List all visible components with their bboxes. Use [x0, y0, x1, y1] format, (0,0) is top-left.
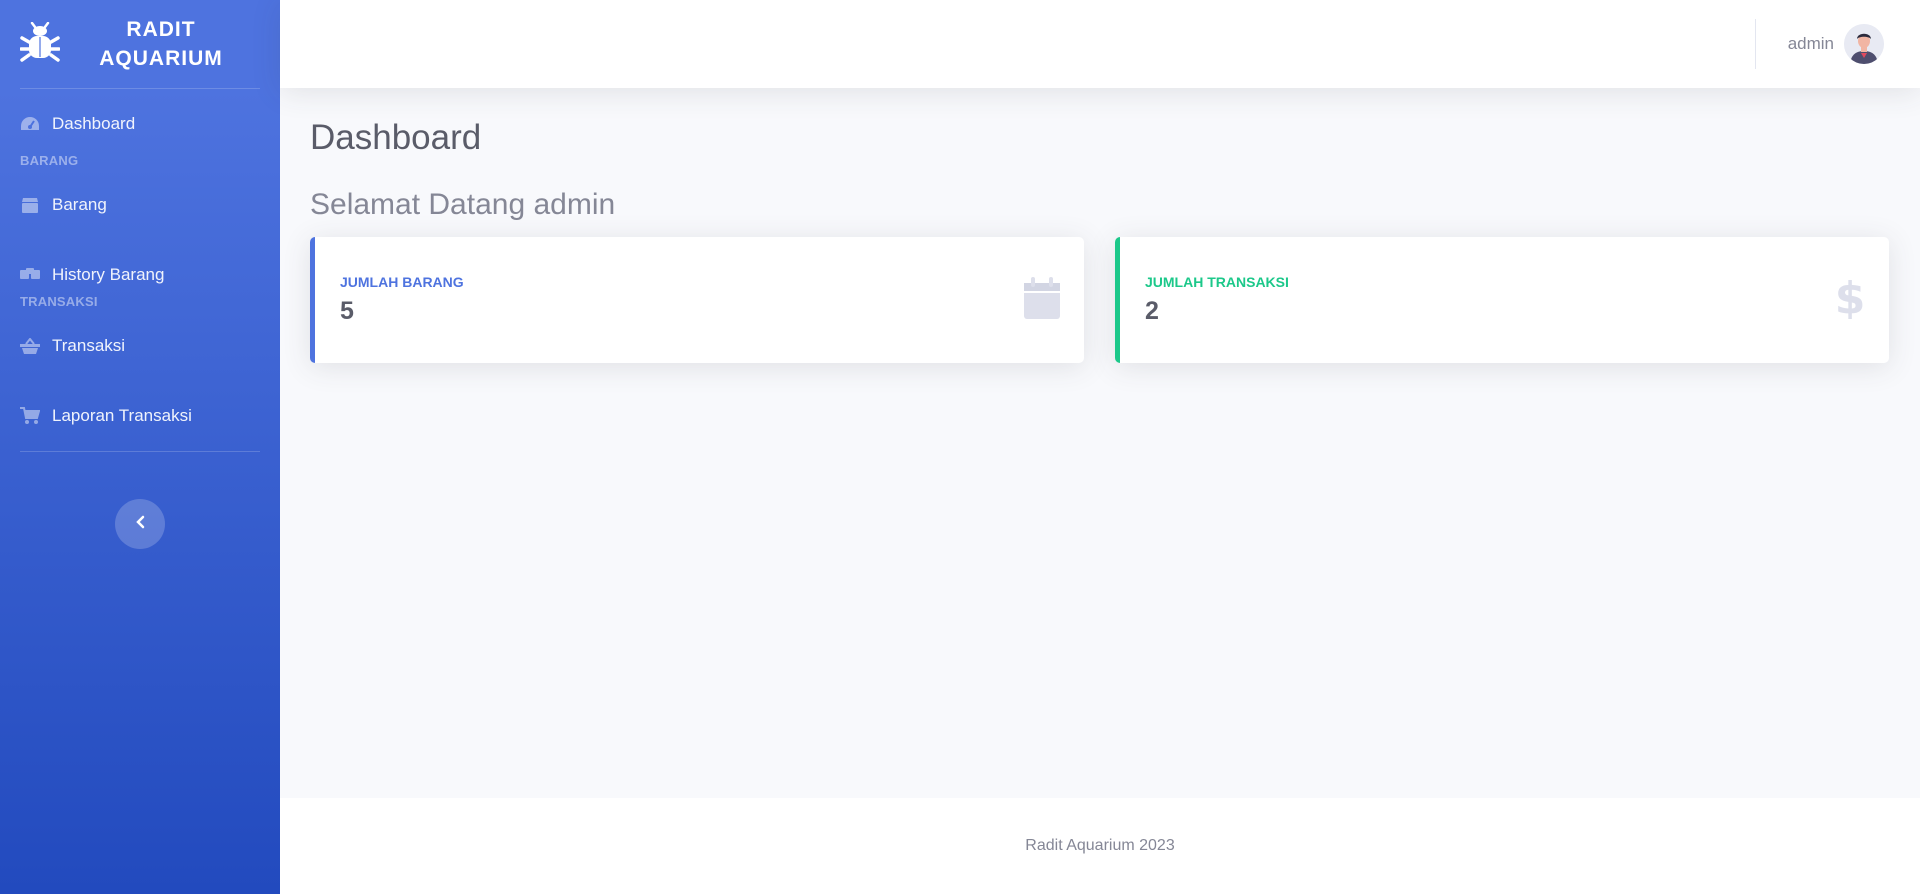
sidebar-item-laporan-transaksi[interactable]: Laporan Transaksi	[0, 381, 280, 451]
user-dropdown[interactable]: admin	[1788, 24, 1884, 64]
sidebar-item-dashboard[interactable]: Dashboard	[0, 89, 280, 159]
card-accent	[310, 237, 315, 363]
sidebar-item-label: Transaksi	[52, 336, 126, 355]
boxes-icon	[20, 265, 40, 285]
sidebar-toggle-button[interactable]	[115, 499, 165, 549]
footer: Radit Aquarium 2023	[280, 798, 1920, 894]
user-avatar	[1844, 24, 1884, 64]
welcome-message: Selamat Datang admin	[310, 188, 616, 221]
topbar-divider	[1755, 19, 1756, 69]
card-value: 5	[340, 297, 354, 325]
sidebar-item-transaksi[interactable]: Transaksi	[0, 311, 280, 381]
sidebar-heading-barang: BARANG	[20, 153, 79, 168]
sidebar-heading-transaksi: TRANSAKSI	[20, 294, 98, 309]
brand-name: RADIT AQUARIUM	[99, 18, 223, 70]
card-label: JUMLAH TRANSAKSI	[1145, 274, 1289, 290]
sidebar: RADIT AQUARIUM Dashboard BARANG Barang H…	[0, 0, 280, 894]
topbar: admin	[280, 0, 1920, 88]
svg-text:$: $	[1837, 273, 1863, 319]
dollar-icon: $	[1835, 273, 1866, 324]
page-title: Dashboard	[310, 118, 482, 157]
sidebar-item-label: Laporan Transaksi	[52, 406, 192, 425]
sidebar-item-barang[interactable]: Barang	[0, 170, 280, 240]
box-icon	[20, 195, 40, 215]
card-value: 2	[1145, 297, 1159, 325]
bug-icon	[20, 22, 60, 66]
stat-card-jumlah-transaksi: JUMLAH TRANSAKSI 2 $	[1115, 237, 1889, 363]
sidebar-item-label: History Barang	[52, 265, 165, 284]
sidebar-item-label: Dashboard	[52, 114, 136, 133]
chevron-left-icon	[135, 515, 145, 534]
brand[interactable]: RADIT AQUARIUM	[0, 0, 280, 88]
main-content: Dashboard Selamat Datang admin JUMLAH BA…	[280, 88, 1920, 798]
sidebar-item-label: Barang	[52, 195, 107, 214]
stat-card-jumlah-barang: JUMLAH BARANG 5	[310, 237, 1084, 363]
sidebar-divider	[20, 451, 260, 452]
card-label: JUMLAH BARANG	[340, 274, 464, 290]
card-accent	[1115, 237, 1120, 363]
user-name: admin	[1787, 34, 1834, 53]
cart-icon	[20, 406, 40, 426]
footer-copyright: Radit Aquarium 2023	[1025, 837, 1175, 854]
basket-icon	[20, 336, 40, 356]
tachometer-icon	[20, 114, 40, 134]
calendar-icon	[1024, 277, 1060, 324]
